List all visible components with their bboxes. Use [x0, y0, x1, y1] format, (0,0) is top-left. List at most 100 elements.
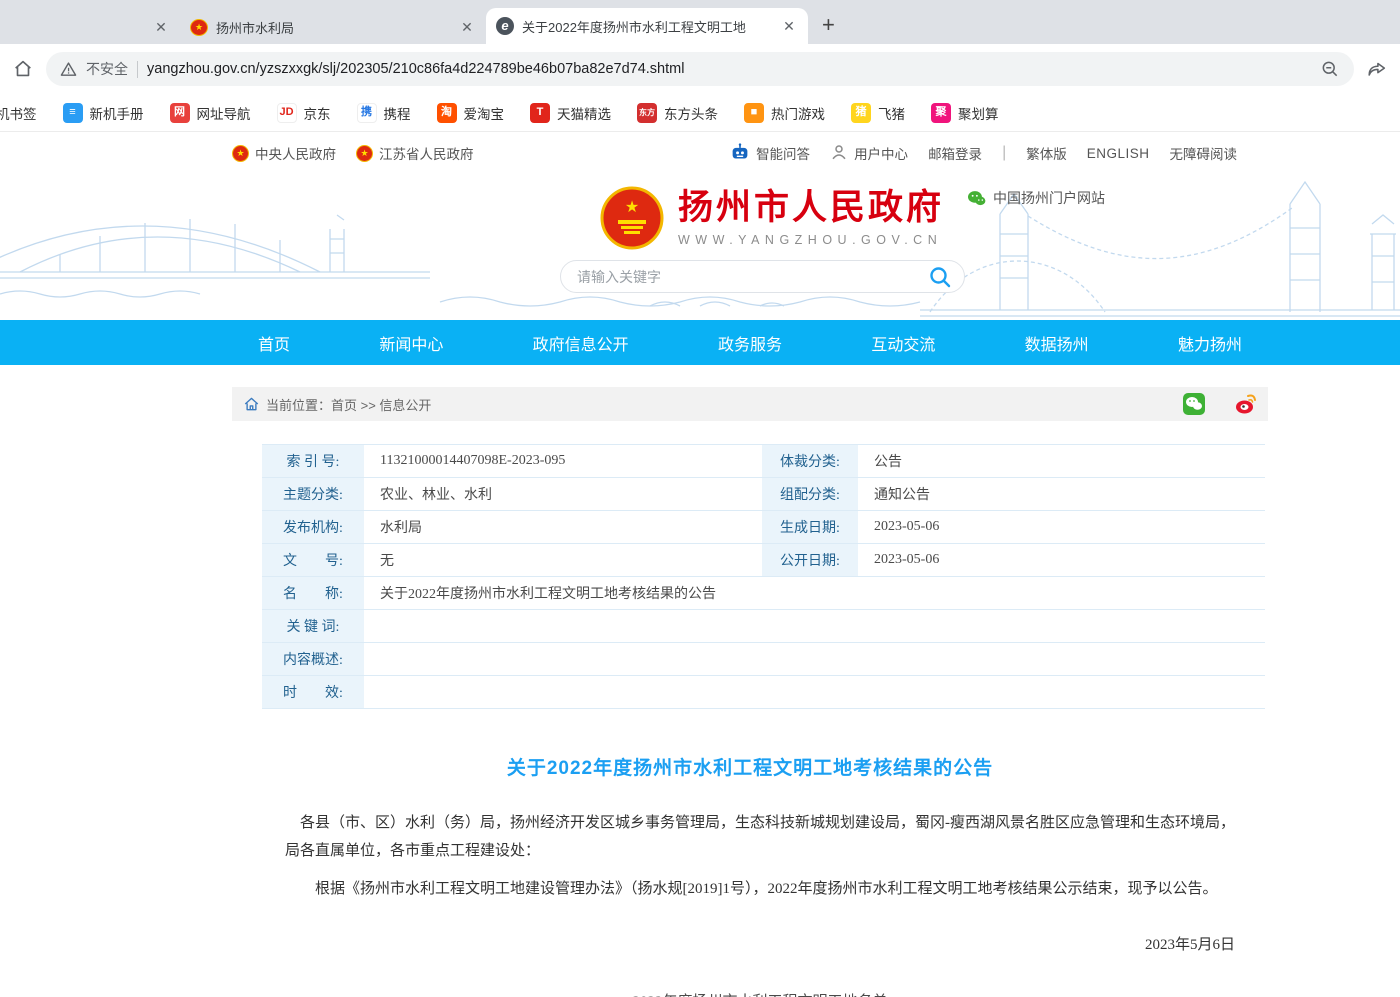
table-row: 内容概述: [262, 643, 1265, 676]
bookmark-item[interactable]: 东方东方头条 [637, 103, 718, 123]
bookmark-favicon: 东方 [637, 103, 657, 123]
breadcrumb: 当前位置：首页 >> 信息公开 [232, 387, 1268, 421]
close-icon[interactable]: ✕ [152, 19, 170, 36]
gov-link[interactable]: ★中央人民政府 [232, 143, 336, 163]
article: 关于2022年度扬州市水利工程文明工地考核结果的公告 各县（市、区）水利（务）局… [232, 753, 1268, 997]
site-banner: ★ 扬州市人民政府 WWW.YANGZHOU.GOV.CN 中国扬州门户网站 [0, 174, 1400, 320]
address-bar[interactable]: 不安全 yangzhou.gov.cn/yzszxxgk/slj/202305/… [46, 52, 1354, 86]
utility-label: 智能问答 [756, 143, 810, 163]
nav-item[interactable]: 政务服务 [712, 331, 788, 355]
site-logo[interactable]: ★ 扬州市人民政府 WWW.YANGZHOU.GOV.CN [600, 186, 944, 250]
new-tab-button[interactable]: + [822, 12, 835, 38]
browser-tab-shuiliju[interactable]: ★ 扬州市水利局 ✕ [180, 10, 486, 44]
bookmark-item[interactable]: T 天猫精选 [530, 103, 611, 123]
bookmark-label: 东方头条 [664, 103, 718, 123]
wechat-icon [967, 190, 986, 207]
not-secure-warning-icon [60, 61, 77, 78]
utility-link-text[interactable]: ENGLISH [1087, 146, 1150, 161]
bookmark-label: 携程 [384, 103, 411, 123]
search-input[interactable] [577, 269, 928, 285]
table-row: 时 效: [262, 676, 1265, 709]
close-icon[interactable]: ✕ [780, 18, 798, 35]
utility-link-text[interactable]: 无障碍阅读 [1170, 143, 1238, 163]
table-value [366, 610, 1265, 642]
bookmark-favicon: 网 [170, 103, 190, 123]
site-search[interactable] [560, 260, 965, 293]
utility-link-text[interactable]: 邮箱登录 [928, 143, 982, 163]
table-row: 文 号:无公开日期:2023-05-06 [262, 544, 1265, 577]
bookmark-item[interactable]: 猪飞猪 [851, 103, 905, 123]
table-label: 文 号: [262, 544, 366, 576]
main-nav-items: 首页 新闻中心 政府信息公开 政务服务 互动交流 数据扬州 魅力扬州 [240, 320, 1260, 365]
security-label[interactable]: 不安全 [86, 59, 128, 79]
utility-link-user[interactable]: 用户中心 [830, 143, 908, 164]
nav-item[interactable]: 魅力扬州 [1172, 331, 1248, 355]
bookmark-favicon: 聚 [931, 103, 951, 123]
gov-emblem-favicon: ★ [190, 19, 208, 36]
table-label: 索 引 号: [262, 445, 366, 477]
utility-label: 用户中心 [854, 143, 908, 163]
site-title: 扬州市人民政府 [678, 189, 944, 228]
article-paragraph: 各县（市、区）水利（务）局，扬州经济开发区城乡事务管理局，生态科技新城规划建设局… [285, 810, 1235, 866]
table-value: 通知公告 [860, 478, 1265, 510]
gov-link-label: 江苏省人民政府 [379, 143, 474, 163]
nav-item[interactable]: 新闻中心 [373, 331, 449, 355]
share-icon[interactable] [1366, 58, 1388, 80]
portal-badge[interactable]: 中国扬州门户网站 [967, 188, 1105, 208]
table-value: 水利局 [366, 511, 760, 543]
home-icon[interactable] [12, 58, 34, 80]
table-label: 内容概述: [262, 643, 366, 675]
bookmark-item[interactable]: 网网址导航 [170, 103, 251, 123]
table-label: 关 键 词: [262, 610, 366, 642]
table-label: 主题分类: [262, 478, 366, 510]
bookmark-item[interactable]: 淘爱淘宝 [437, 103, 505, 123]
national-emblem-icon: ★ [600, 186, 664, 250]
nav-item[interactable]: 政府信息公开 [527, 331, 635, 355]
bookmark-favicon: ≡ [63, 103, 83, 123]
bookmark-label: 新机手册 [90, 103, 144, 123]
bookmark-favicon: 猪 [851, 103, 871, 123]
bookmark-item[interactable]: ■热门游戏 [744, 103, 825, 123]
bookmark-label: 天猫精选 [557, 103, 611, 123]
wechat-share-icon[interactable] [1182, 392, 1206, 416]
bookmark-item[interactable]: 携携程 [357, 103, 411, 123]
table-value [366, 643, 1265, 675]
nav-item[interactable]: 首页 [252, 331, 296, 355]
bookmark-favicon: JD [277, 103, 297, 123]
utility-label: ENGLISH [1087, 146, 1150, 161]
nav-item[interactable]: 数据扬州 [1019, 331, 1095, 355]
utility-link-text[interactable]: 繁体版 [1026, 143, 1067, 163]
meta-table: 索 引 号:11321000014407098E-2023-095体裁分类:公告… [262, 444, 1265, 709]
gov-links-group: ★中央人民政府 ★ 江苏省人民政府 [232, 143, 474, 163]
table-row: 关 键 词: [262, 610, 1265, 643]
omnibox-divider [137, 61, 138, 78]
bookmark-item[interactable]: ≡ 新机手册 [63, 103, 144, 123]
url-text[interactable]: yangzhou.gov.cn/yzszxxgk/slj/202305/210c… [147, 61, 1311, 77]
nav-item[interactable]: 互动交流 [865, 331, 941, 355]
bookmark-item[interactable]: JD京东 [277, 103, 331, 123]
utility-link-robot[interactable]: 智能问答 [730, 143, 810, 164]
bookmark-item[interactable]: 聚聚划算 [931, 103, 999, 123]
bookmark-item[interactable]: 机书签 [0, 103, 37, 123]
user-icon [830, 143, 848, 164]
bookmark-label: 爱淘宝 [464, 103, 505, 123]
page-favicon: e [496, 17, 514, 35]
zoom-out-icon[interactable] [1320, 59, 1340, 79]
browser-toolbar: 不安全 yangzhou.gov.cn/yzszxxgk/slj/202305/… [0, 44, 1400, 94]
utility-divider: | [1002, 144, 1006, 162]
article-title: 关于2022年度扬州市水利工程文明工地考核结果的公告 [232, 753, 1268, 780]
gov-link[interactable]: ★ 江苏省人民政府 [356, 143, 474, 163]
weibo-share-icon[interactable] [1234, 392, 1258, 416]
utility-links-group: 智能问答 用户中心邮箱登录 | 繁体版 ENGLISH 无障碍阅读 [730, 143, 1237, 164]
bookmark-label: 网址导航 [197, 103, 251, 123]
bookmark-favicon: T [530, 103, 550, 123]
bookmark-label: 机书签 [0, 103, 37, 123]
browser-tab-partial[interactable]: ✕ [0, 10, 180, 44]
search-icon[interactable] [928, 265, 952, 289]
content-container: 当前位置：首页 >> 信息公开 索 引 号:11321000014407098E… [232, 387, 1268, 997]
main-nav: 首页 新闻中心 政府信息公开 政务服务 互动交流 数据扬州 魅力扬州 [0, 320, 1400, 365]
gov-emblem-icon: ★ [356, 145, 373, 162]
breadcrumb-home-icon[interactable] [244, 397, 259, 411]
close-icon[interactable]: ✕ [458, 19, 476, 36]
browser-tab-active[interactable]: e 关于2022年度扬州市水利工程文明工地 ✕ [486, 8, 808, 44]
